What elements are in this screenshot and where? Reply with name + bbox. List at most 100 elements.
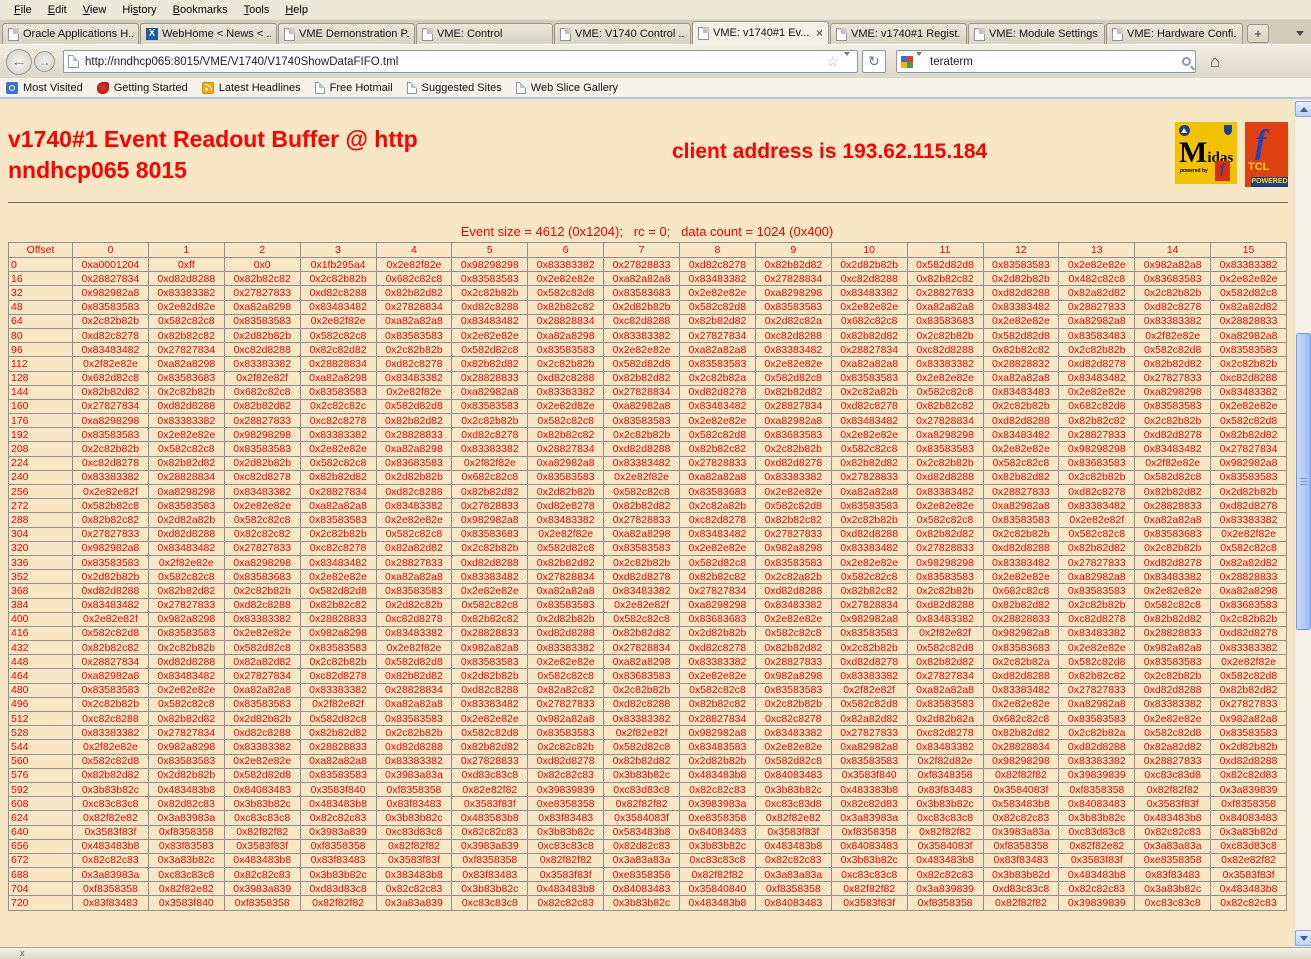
data-cell: 0xc83c83c8 xyxy=(528,839,604,853)
data-cell: 0x583483b8 xyxy=(604,825,680,839)
search-box[interactable]: teraterm xyxy=(896,50,1196,73)
url-dropdown-button[interactable] xyxy=(844,56,850,68)
offset-cell: 400 xyxy=(9,612,73,626)
new-tab-button[interactable]: + xyxy=(1247,24,1269,43)
data-cell: 0x2c82b82b xyxy=(376,726,452,740)
tab-2[interactable]: X WebHome < News < ... xyxy=(140,23,277,44)
tab-9[interactable]: VME: Hardware Confi... xyxy=(1106,23,1243,44)
data-cell: 0x2e82e82e xyxy=(452,584,528,598)
data-cell: 0x83f83483 xyxy=(1135,868,1211,882)
data-cell: 0x84083483 xyxy=(755,896,831,910)
vertical-scrollbar[interactable] xyxy=(1294,100,1311,947)
offset-cell: 512 xyxy=(9,712,73,726)
tab-4[interactable]: VME: Control xyxy=(416,23,553,44)
tab-1[interactable]: Oracle Applications H... xyxy=(2,23,139,44)
offset-cell: 304 xyxy=(9,527,73,541)
scroll-down-button[interactable] xyxy=(1295,930,1311,946)
data-cell: 0xa82a82a8 xyxy=(831,357,907,371)
back-button[interactable]: ← xyxy=(6,49,32,75)
data-cell: 0x2c82b82b xyxy=(907,456,983,470)
bookmark-suggested-sites[interactable]: Suggested Sites xyxy=(407,82,502,94)
search-icon[interactable] xyxy=(1182,57,1191,66)
scrollbar-thumb[interactable] xyxy=(1296,333,1311,630)
bookmark-most-visited[interactable]: Most Visited xyxy=(6,82,83,94)
data-cell: 0x83f83483 xyxy=(907,782,983,796)
data-cell: 0x82c82c83 xyxy=(73,853,149,867)
data-cell: 0xa82a82a8 xyxy=(831,485,907,499)
data-cell: 0xc82d8278 xyxy=(907,726,983,740)
tab-5[interactable]: VME: V1740 Control ... xyxy=(554,23,691,44)
data-cell: 0xd82d8288 xyxy=(1135,683,1211,697)
data-cell: 0x98298298 xyxy=(907,555,983,569)
data-cell: 0x83583583 xyxy=(73,683,149,697)
offset-cell: 176 xyxy=(9,414,73,428)
data-cell: 0x83483382 xyxy=(755,598,831,612)
menu-file[interactable]: File xyxy=(6,2,40,18)
data-cell: 0x28828833 xyxy=(452,626,528,640)
midas-logo: Midas powered by f xyxy=(1175,122,1237,184)
tab-8[interactable]: VME: Module Settings... xyxy=(968,23,1105,44)
reload-button[interactable]: ↻ xyxy=(862,50,886,73)
data-cell: 0x28827834 xyxy=(300,485,376,499)
tab-7[interactable]: VME: v1740#1 Regist... xyxy=(830,23,967,44)
tab-label: VME: V1740 Control ... xyxy=(575,28,685,40)
data-cell: 0x2d82a82b xyxy=(148,513,224,527)
data-cell: 0x82b82c82 xyxy=(907,272,983,286)
data-cell: 0x27828834 xyxy=(755,272,831,286)
tab-3[interactable]: VME Demonstration P... xyxy=(278,23,415,44)
data-cell: 0x83483382 xyxy=(1135,570,1211,584)
data-cell: 0x27828834 xyxy=(528,570,604,584)
data-cell: 0x84083483 xyxy=(1059,797,1135,811)
menu-tools[interactable]: Tools xyxy=(236,2,278,18)
data-cell: 0x2e82e82f xyxy=(73,485,149,499)
url-text[interactable]: http://nndhcp065:8015/VME/V1740/V1740Sho… xyxy=(85,56,824,68)
data-cell: 0x83583583 xyxy=(1135,655,1211,669)
forward-button[interactable]: → xyxy=(34,51,55,72)
bookmark-web-slice-gallery[interactable]: Web Slice Gallery xyxy=(516,82,618,94)
menu-view[interactable]: View xyxy=(75,2,115,18)
menu-history[interactable]: History xyxy=(114,2,164,18)
data-cell: 0x2c82b82b xyxy=(1135,414,1211,428)
search-engine-dropdown[interactable] xyxy=(916,56,922,68)
scroll-up-button[interactable] xyxy=(1295,101,1311,117)
tab-close-icon[interactable]: × xyxy=(816,26,823,40)
data-cell: 0x82f82f82 xyxy=(1135,782,1211,796)
url-bar[interactable]: http://nndhcp065:8015/VME/V1740/V1740Sho… xyxy=(63,50,858,73)
x-site-icon: X xyxy=(146,28,158,40)
bookmark-getting-started[interactable]: Getting Started xyxy=(97,82,188,94)
data-cell: 0x582d82c8 xyxy=(680,555,756,569)
data-cell: 0x28828833 xyxy=(1135,499,1211,513)
bookmark-star-icon[interactable]: ☆ xyxy=(826,53,839,70)
data-cell: 0xa82982a8 xyxy=(755,414,831,428)
menu-help[interactable]: Help xyxy=(277,2,316,18)
data-cell: 0x83383482 xyxy=(983,300,1059,314)
tab-label: WebHome < News < ... xyxy=(162,28,271,40)
data-cell: 0xf8358358 xyxy=(224,896,300,910)
search-engine-icon[interactable] xyxy=(901,56,913,68)
table-row-offset-352: 3520x2d82b82b0x582c82c80x835836830x2e82e… xyxy=(9,570,1287,584)
bookmark-latest-headlines[interactable]: Latest Headlines xyxy=(202,82,301,94)
tab-6-active[interactable]: VME: v1740#1 Ev...× xyxy=(692,21,829,44)
data-cell: 0x3a839839 xyxy=(907,882,983,896)
data-cell: 0x2e82e82e xyxy=(680,541,756,555)
menu-bookmarks[interactable]: Bookmarks xyxy=(165,2,236,18)
event-data-table: Offset0123456789101112131415 00xa0001204… xyxy=(8,242,1287,911)
data-cell: 0x98298298 xyxy=(224,428,300,442)
data-cell: 0x27828833 xyxy=(831,470,907,484)
data-cell: 0xa82a8298 xyxy=(1211,584,1287,598)
search-input[interactable]: teraterm xyxy=(930,56,1182,68)
data-cell: 0x82b82d82 xyxy=(1135,485,1211,499)
menu-edit[interactable]: Edit xyxy=(40,2,75,18)
offset-cell: 720 xyxy=(9,896,73,910)
data-cell: 0x582c82c8 xyxy=(300,328,376,342)
data-cell: 0x27827833 xyxy=(831,726,907,740)
data-cell: 0x2e82e82e xyxy=(1059,641,1135,655)
list-all-tabs-button[interactable] xyxy=(1292,24,1308,42)
column-header-cell: 10 xyxy=(831,243,907,258)
data-cell: 0x982982a8 xyxy=(452,513,528,527)
data-cell: 0x83683583 xyxy=(755,428,831,442)
data-cell: 0x2f82e82e xyxy=(73,357,149,371)
home-button[interactable]: ⌂ xyxy=(1210,52,1220,72)
table-row-offset-672: 6720x82c82c830x3a83b82c0x483483b80x83f83… xyxy=(9,853,1287,867)
bookmark-free-hotmail[interactable]: Free Hotmail xyxy=(315,82,393,94)
